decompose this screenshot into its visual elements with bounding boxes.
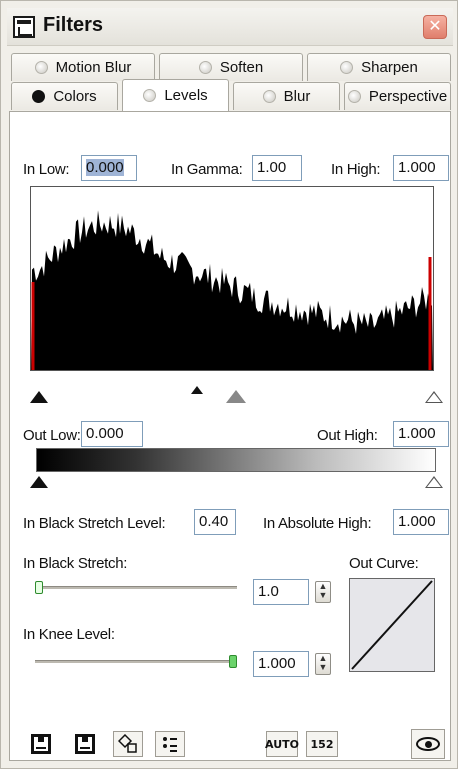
radio-indicator (198, 61, 212, 74)
in-gamma-label: In Gamma: (171, 161, 243, 178)
radio-indicator (32, 90, 46, 103)
button-152[interactable]: 152 (306, 731, 338, 757)
window-title: Filters (43, 14, 104, 36)
in-high-input[interactable]: 1.000 (393, 155, 449, 181)
tab-sharpen[interactable]: Sharpen (307, 53, 451, 81)
output-black-handle[interactable] (30, 476, 48, 488)
histogram-graph (31, 210, 433, 370)
preview-toggle-button[interactable] (411, 729, 445, 759)
tab-blur[interactable]: Blur (233, 82, 340, 110)
save-preset-button[interactable] (27, 731, 55, 757)
in-high-label: In High: (331, 161, 381, 178)
input-gamma-indicator (191, 386, 203, 394)
load-preset-button[interactable] (71, 731, 99, 757)
tab-perspective[interactable]: Perspective (344, 82, 451, 110)
tab-label: Perspective (368, 88, 448, 105)
black-stretch-level-label: In Black Stretch Level: (23, 515, 166, 532)
black-stretch-label: In Black Stretch: (23, 555, 128, 572)
out-curve-label: Out Curve: (349, 555, 419, 572)
output-gradient-bar (36, 448, 436, 472)
absolute-high-label: In Absolute High: (263, 515, 372, 532)
knee-level-input[interactable]: 1.000 (253, 651, 309, 677)
tab-row-top: Motion Blur Soften Sharpen (11, 53, 451, 81)
input-white-point-handle[interactable] (425, 391, 443, 403)
knee-level-slider-thumb[interactable] (229, 655, 237, 668)
options-icon (163, 737, 177, 752)
tab-colors[interactable]: Colors (11, 82, 118, 110)
tab-label: Levels (164, 87, 208, 104)
radio-indicator (262, 90, 276, 103)
out-low-input[interactable]: 0.000 (81, 421, 143, 447)
out-low-label: Out Low: (23, 427, 81, 444)
shape-tool-button[interactable] (113, 731, 143, 757)
knee-level-spinner[interactable]: ▲ ▼ (315, 653, 331, 675)
in-gamma-input[interactable]: 1.00 (252, 155, 302, 181)
input-gamma-handle[interactable] (226, 390, 246, 403)
tab-label: Sharpen (361, 59, 418, 76)
in-low-value: 0.000 (86, 159, 124, 176)
close-icon: ✕ (428, 18, 442, 35)
black-stretch-slider-track[interactable] (35, 586, 237, 589)
in-low-label: In Low: (23, 161, 70, 178)
tab-soften[interactable]: Soften (159, 53, 303, 81)
preview-eye-icon (416, 737, 440, 751)
out-high-label: Out High: (317, 427, 378, 444)
absolute-high-input[interactable]: 1.000 (393, 509, 449, 535)
knee-level-label: In Knee Level: (23, 626, 115, 643)
tab-row-bottom: Colors Levels Blur Perspective (11, 79, 451, 111)
radio-indicator (143, 89, 157, 102)
load-preset-icon (75, 734, 95, 754)
out-curve-line (351, 580, 433, 670)
title-bar: Filters ✕ (7, 8, 453, 46)
output-white-handle[interactable] (425, 476, 443, 488)
histogram (30, 186, 434, 371)
save-preset-icon (31, 734, 51, 754)
tab-label: Soften (219, 59, 264, 76)
out-high-input[interactable]: 1.000 (393, 421, 449, 447)
input-black-point-handle[interactable] (30, 391, 48, 403)
black-stretch-slider-thumb[interactable] (35, 581, 43, 594)
black-stretch-level-input[interactable]: 0.40 (194, 509, 236, 535)
black-stretch-input[interactable]: 1.0 (253, 579, 309, 605)
tab-levels[interactable]: Levels (122, 79, 229, 111)
radio-indicator (340, 61, 354, 74)
filters-window: Filters ✕ Motion Blur Soften Sharpen Col… (0, 0, 458, 769)
knee-level-slider-track[interactable] (35, 660, 237, 663)
options-button[interactable] (155, 731, 185, 757)
filters-window-icon (13, 16, 35, 38)
close-button[interactable]: ✕ (423, 15, 447, 39)
tab-motion-blur[interactable]: Motion Blur (11, 53, 155, 81)
black-stretch-spinner[interactable]: ▲ ▼ (315, 581, 331, 603)
auto-button[interactable]: AUTO (265, 731, 299, 757)
in-low-input[interactable]: 0.000 (81, 155, 137, 181)
out-curve-graph[interactable] (349, 578, 435, 672)
radio-indicator (347, 90, 361, 103)
shape-tool-icon (118, 734, 137, 753)
tab-label: Motion Blur (55, 59, 132, 76)
radio-indicator (34, 61, 48, 74)
tab-label: Blur (283, 88, 311, 105)
tab-label: Colors (53, 88, 97, 105)
